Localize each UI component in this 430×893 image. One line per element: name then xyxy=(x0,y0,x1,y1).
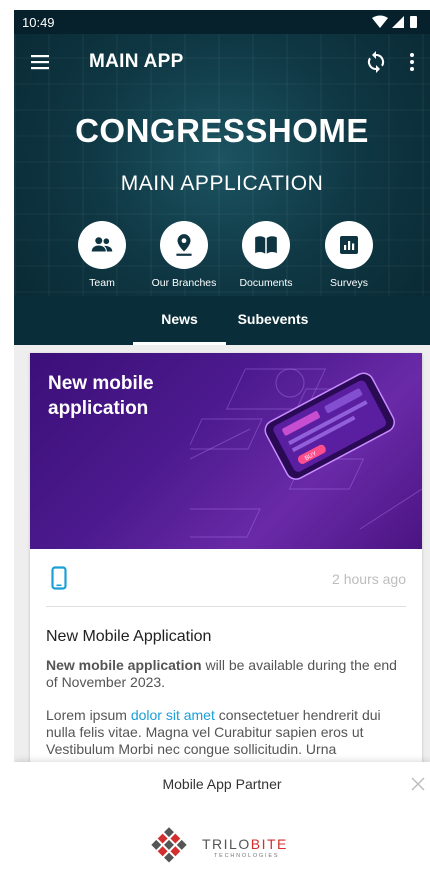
post-timestamp: 2 hours ago xyxy=(332,571,406,587)
sync-icon[interactable] xyxy=(364,50,388,74)
quick-action-label: Our Branches xyxy=(151,277,217,289)
quick-action-label: Surveys xyxy=(330,277,368,289)
quick-action-team[interactable]: Team xyxy=(59,221,145,289)
quick-action-surveys[interactable]: Surveys xyxy=(306,221,392,289)
status-bar: 10:49 xyxy=(14,10,430,34)
quick-action-documents[interactable]: Documents xyxy=(223,221,309,289)
header-hero: MAIN APP CONGRESSHOME MAIN APPLICATION T… xyxy=(14,34,430,345)
quick-action-label: Team xyxy=(89,277,115,289)
tab-news[interactable]: News xyxy=(133,296,226,345)
smartphone-icon xyxy=(51,566,67,590)
signal-icon xyxy=(392,16,404,28)
news-banner-image: New mobile application BUY xyxy=(30,353,422,549)
quick-action-branches[interactable]: Our Branches xyxy=(141,221,227,289)
battery-icon xyxy=(410,16,417,28)
book-icon xyxy=(255,236,277,254)
bar-chart-icon xyxy=(340,236,358,254)
location-pin-icon xyxy=(176,234,192,256)
sponsor-title: Mobile App Partner xyxy=(162,776,282,792)
wifi-icon xyxy=(372,15,388,28)
app-title: MAIN APP xyxy=(89,51,184,72)
quick-action-label: Documents xyxy=(239,277,293,289)
trilobite-logo-mark xyxy=(151,827,187,863)
phone-illustration: BUY xyxy=(190,368,422,538)
sponsor-panel: Mobile App Partner TRILOBITE TECHNOLOGIE… xyxy=(14,762,430,893)
sponsor-logo[interactable]: TRILOBITE TECHNOLOGIES xyxy=(144,822,314,872)
close-icon[interactable] xyxy=(410,776,426,792)
team-icon xyxy=(91,237,113,252)
post-title: New Mobile Application xyxy=(46,628,212,645)
brand-title: CONGRESSHOME xyxy=(75,112,369,149)
tab-subevents[interactable]: Subevents xyxy=(226,296,320,345)
sponsor-logo-wordmark: TRILOBITE xyxy=(202,836,288,852)
menu-icon[interactable] xyxy=(28,50,52,74)
post-lead: New mobile application will be available… xyxy=(46,657,408,691)
post-body-start: Lorem ipsum xyxy=(46,707,131,723)
tab-bar: News Subevents xyxy=(14,296,430,345)
brand-subtitle: MAIN APPLICATION xyxy=(120,172,324,195)
post-body-link[interactable]: dolor sit amet xyxy=(131,707,215,723)
post-body: Lorem ipsum dolor sit amet consectetuer … xyxy=(46,707,408,758)
post-lead-bold: New mobile application xyxy=(46,657,202,673)
sponsor-logo-tagline: TECHNOLOGIES xyxy=(214,853,280,859)
app-bar: MAIN APP xyxy=(14,34,430,90)
more-vert-icon[interactable] xyxy=(404,50,420,74)
status-time: 10:49 xyxy=(22,15,55,30)
app-screen: 10:49 MAIN APP CONGRESSHOME MAIN APPLICA… xyxy=(14,10,430,893)
post-meta: 2 hours ago xyxy=(48,566,406,598)
divider xyxy=(46,606,406,607)
status-icons xyxy=(372,15,417,28)
